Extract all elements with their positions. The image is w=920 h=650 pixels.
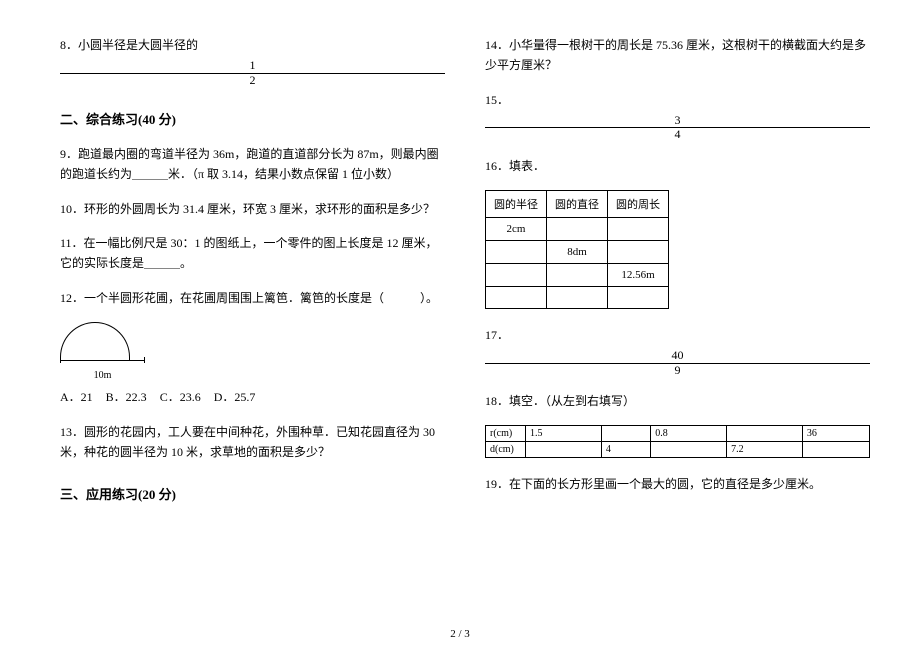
question-15: 15． 3 4 [485,90,870,142]
q15-fraction: 3 4 [485,114,870,141]
q15-text: 15． [485,93,509,107]
t1-cell: 2cm [486,217,547,240]
t1-cell-empty [608,286,669,308]
t1-cell-empty [486,263,547,286]
question-17: 17． 40 9 [485,325,870,377]
t2-cell: 4 [601,442,650,458]
t1-cell-empty [547,263,608,286]
question-9: 9．跑道最内圈的弯道半径为 36m，跑道的直道部分长为 87m，则最内圈的跑道长… [60,144,445,185]
q8-num: 1 [60,59,445,73]
t1-cell: 12.56m [608,263,669,286]
t2-cell-empty [651,442,727,458]
t2-cell-empty [526,442,602,458]
question-13: 13．圆形的花园内，工人要在中间种花，外围种草．已知花园直径为 30 米，种花的… [60,422,445,463]
table-radius-diameter: r(cm) 1.5 0.8 36 d(cm) 4 7.2 [485,425,870,458]
q17-fraction: 40 9 [485,349,870,376]
q8-text: 8．小圆半径是大圆半径的 [60,38,198,52]
t1-cell-empty [608,217,669,240]
t2-cell-empty [727,426,803,442]
q12-options: A．21 B．22.3 C．23.6 D．25.7 [60,387,445,407]
table-row: 12.56m [486,263,669,286]
t1-cell-empty [608,240,669,263]
table-row: d(cm) 4 7.2 [486,442,870,458]
page-number: 2 / 3 [0,628,920,640]
table-circle-properties: 圆的半径 圆的直径 圆的周长 2cm 8dm 12.56m [485,190,669,309]
t2-cell-empty [802,442,869,458]
question-16: 16．填表． [485,156,870,176]
q15-den: 4 [485,128,870,141]
t2-cell: 1.5 [526,426,602,442]
dimension-line [60,360,145,372]
section-2-title: 二、综合练习(40 分) [60,109,445,128]
t2-cell-empty [601,426,650,442]
option-d: D．25.7 [214,390,256,404]
question-12: 12．一个半圆形花圃，在花圃周围围上篱笆．篱笆的长度是（ ）。 [60,288,445,308]
question-11: 11．在一幅比例尺是 30：1 的图纸上，一个零件的图上长度是 12 厘米，它的… [60,233,445,274]
question-8: 8．小圆半径是大圆半径的 1 2 [60,35,445,87]
t1-cell-empty [486,286,547,308]
t2-cell: 7.2 [727,442,803,458]
t1-header-radius: 圆的半径 [486,190,547,217]
table-row: 2cm [486,217,669,240]
q8-den: 2 [60,74,445,87]
question-19: 19．在下面的长方形里画一个最大的圆，它的直径是多少厘米。 [485,474,870,494]
table-row [486,286,669,308]
q15-num: 3 [485,114,870,128]
q17-text: 17． [485,328,509,342]
t1-header-circumference: 圆的周长 [608,190,669,217]
q17-den: 9 [485,364,870,377]
q8-fraction: 1 2 [60,59,445,86]
semicircle-figure: 10m [60,322,445,381]
table-row: 圆的半径 圆的直径 圆的周长 [486,190,669,217]
question-18: 18．填空．（从左到右填写） [485,391,870,411]
t2-cell: 36 [802,426,869,442]
option-c: C．23.6 [160,390,201,404]
table-row: r(cm) 1.5 0.8 36 [486,426,870,442]
t1-cell-empty [486,240,547,263]
table-row: 8dm [486,240,669,263]
question-14: 14．小华量得一根树干的周长是 75.36 厘米，这根树干的横截面大约是多少平方… [485,35,870,76]
t2-d-label: d(cm) [486,442,526,458]
t2-cell: 0.8 [651,426,727,442]
q17-num: 40 [485,349,870,363]
option-b: B．22.3 [106,390,147,404]
semicircle-shape [60,322,130,360]
question-10: 10．环形的外圆周长为 31.4 厘米，环宽 3 厘米，求环形的面积是多少？ [60,199,445,219]
t2-r-label: r(cm) [486,426,526,442]
section-3-title: 三、应用练习(20 分) [60,484,445,503]
option-a: A．21 [60,390,93,404]
t1-cell-empty [547,217,608,240]
t1-cell: 8dm [547,240,608,263]
t1-cell-empty [547,286,608,308]
t1-header-diameter: 圆的直径 [547,190,608,217]
